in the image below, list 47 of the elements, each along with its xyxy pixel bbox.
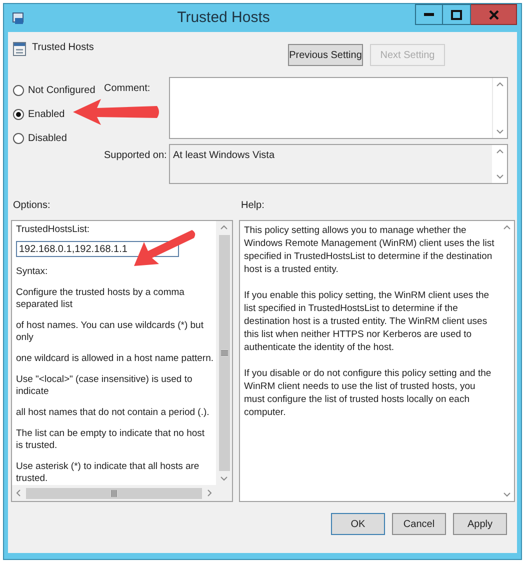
- setting-nav-button[interactable]: Previous Setting: [288, 44, 363, 66]
- comment-label: Comment:: [104, 83, 150, 94]
- radio-label: Enabled: [28, 108, 65, 122]
- close-button[interactable]: [471, 4, 517, 25]
- setting-name: Trusted Hosts: [32, 41, 94, 55]
- app-icon: [12, 11, 26, 25]
- policy-icon: [13, 42, 26, 56]
- radio-label: Not Configured: [28, 84, 96, 98]
- horizontal-scrollbar[interactable]: [12, 485, 216, 501]
- grip-icon: [220, 350, 228, 356]
- syntax-text: Use "<local>" (case insensitive) is used to indicate: [16, 374, 194, 398]
- comment-field[interactable]: [169, 77, 508, 139]
- supported-on-field: At least Windows Vista: [169, 144, 508, 184]
- help-label: Help:: [241, 199, 264, 213]
- supported-on-label: Supported on:: [104, 150, 167, 161]
- syntax-text: Configure the trusted hosts by a comma separated list: [16, 287, 186, 311]
- window-title: Trusted Hosts: [177, 8, 270, 28]
- radio-button[interactable]: [13, 85, 24, 96]
- dialog-button[interactable]: Cancel: [392, 513, 446, 535]
- syntax-text: of host names. You can use wildcards (*) but only: [16, 320, 204, 344]
- options-label: Options:: [13, 199, 52, 213]
- maximize-icon: [451, 10, 462, 20]
- minimize-button[interactable]: [415, 4, 443, 25]
- help-text: If you enable this policy setting, the WinRM client uses the list specified in TrustedHostsList to determine if the destination host is a trusted entity. The WinRM client uses this list when neither HTTPS nor Kerberos are used to authenticate the identity of the host.: [244, 289, 490, 354]
- field-label: TrustedHostsList:: [16, 224, 91, 236]
- syntax-text: The list can be empty to indicate that no host is trusted.: [16, 428, 206, 452]
- help-text: If you disable or do not configure this policy setting and the WinRM client needs to use the list of trusted hosts, you must configure the list of trusted hosts locally on each computer.: [244, 367, 492, 419]
- scroll-thumb[interactable]: [26, 488, 202, 498]
- syntax-text: one wildcard is allowed in a host name pattern.: [16, 353, 214, 365]
- scroll-thumb[interactable]: [218, 235, 230, 471]
- radio-label: Disabled: [28, 132, 67, 146]
- scrollbar[interactable]: [492, 145, 507, 183]
- radio-button[interactable]: [13, 109, 24, 120]
- radio-option[interactable]: Not Configured: [13, 83, 96, 98]
- dialog-button[interactable]: OK: [331, 513, 385, 535]
- radio-option[interactable]: Enabled: [13, 107, 65, 122]
- syntax-text: Syntax:: [16, 266, 49, 278]
- dialog-button[interactable]: Apply: [453, 513, 507, 535]
- radio-option[interactable]: Disabled: [13, 131, 67, 146]
- syntax-text: all host names that do not contain a period (.).: [16, 407, 210, 419]
- minimize-icon: [424, 13, 434, 16]
- radio-button[interactable]: [13, 133, 24, 144]
- vertical-scrollbar[interactable]: [216, 221, 232, 485]
- syntax-text: Use asterisk (*) to indicate that all hosts are trusted.: [16, 461, 200, 485]
- help-text: This policy setting allows you to manage whether the Windows Remote Management (WinRM) client uses the list specified in TrustedHostsList to determine if the destination host is a trusted entity.: [244, 224, 496, 276]
- close-icon: [488, 10, 498, 20]
- grip-icon: [111, 490, 117, 496]
